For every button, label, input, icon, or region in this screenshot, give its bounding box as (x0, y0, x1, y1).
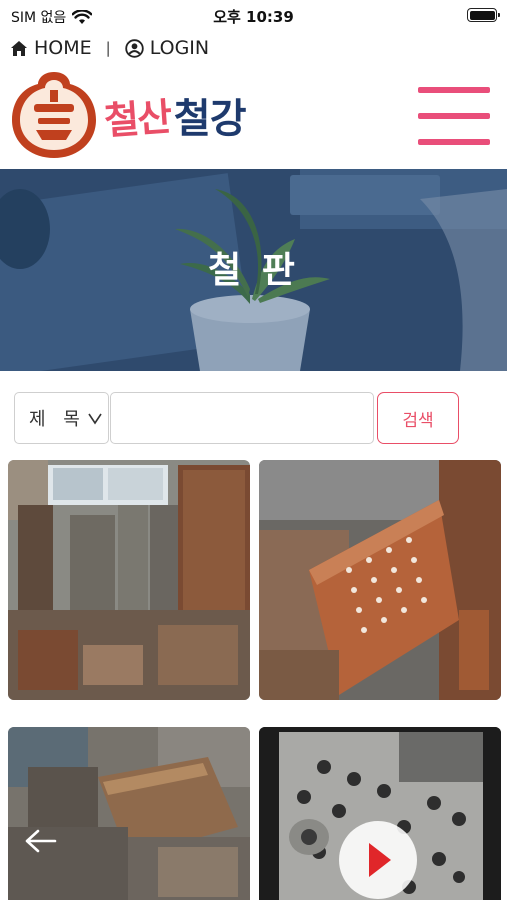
site-header: 철산 철강 (0, 65, 507, 169)
battery-icon (467, 8, 500, 22)
search-button[interactable]: 검색 (377, 392, 459, 444)
gallery-image-steel-blocks (8, 727, 250, 900)
gallery-image-steel-stacks (8, 460, 250, 700)
link-separator: | (105, 39, 111, 57)
search-input[interactable] (110, 392, 374, 444)
page-title: 철 판 (208, 250, 299, 291)
gallery-item-1[interactable] (8, 460, 250, 700)
gallery-item-4-video[interactable] (259, 727, 501, 900)
search-field-select[interactable]: 제 목 (14, 392, 109, 444)
home-link[interactable]: HOME (10, 37, 92, 59)
arrow-left-icon[interactable] (24, 828, 58, 854)
chevron-down-icon (88, 413, 102, 425)
logo-emblem-icon (12, 72, 96, 158)
play-button[interactable] (339, 821, 417, 899)
search-field-select-value: 제 목 (29, 409, 86, 430)
status-time: 오후 10:39 (213, 8, 294, 26)
home-link-label: HOME (34, 37, 92, 59)
gallery-item-3[interactable] (8, 727, 250, 900)
login-link[interactable]: LOGIN (125, 37, 209, 59)
gallery-item-2[interactable] (259, 460, 501, 700)
page-banner: 철 판 (0, 169, 507, 371)
login-link-label: LOGIN (149, 37, 210, 59)
site-logo[interactable]: 철산 철강 (8, 68, 247, 162)
hamburger-menu-icon[interactable] (418, 87, 490, 145)
home-icon (11, 40, 27, 56)
user-circle-icon (125, 38, 144, 58)
logo-text-red: 철산 (102, 93, 172, 143)
play-icon (369, 843, 391, 877)
gallery-image-perforated-plates (259, 460, 501, 700)
logo-text-navy: 철강 (173, 96, 247, 142)
status-bar: SIM 없음 오후 10:39 (0, 0, 507, 30)
search-row: 제 목 검색 (14, 392, 459, 444)
top-links: HOME | LOGIN (10, 35, 209, 61)
